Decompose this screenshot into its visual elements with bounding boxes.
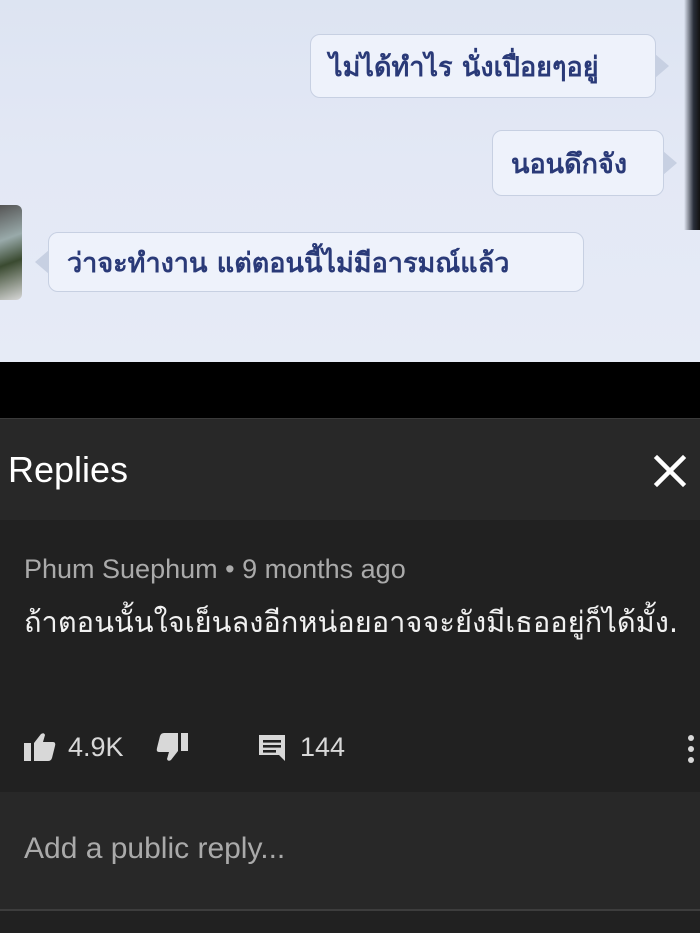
replies-header: Replies [0, 418, 700, 521]
reply-count: 144 [300, 732, 346, 762]
video-frame[interactable]: ไม่ได้ทำไร นั่งเปื่อยๆอยู่ นอนดึกจัง ว่า… [0, 0, 700, 418]
close-icon[interactable] [648, 449, 692, 493]
chat-screen-photo: ไม่ได้ทำไร นั่งเปื่อยๆอยู่ นอนดึกจัง ว่า… [0, 0, 700, 362]
comment-actions: 4.9K 144 [0, 726, 700, 768]
thumbs-up-icon[interactable] [24, 732, 56, 766]
public-reply-input[interactable]: Add a public reply... [24, 832, 285, 866]
like-count: 4.9K [68, 732, 124, 762]
bottom-area [0, 911, 700, 933]
comment-meta: Phum Suephum • 9 months ago [24, 554, 406, 585]
chat-bubble-3: ว่าจะทำงาน แต่ตอนนี้ไม่มีอารมณ์แล้ว [35, 232, 584, 292]
chat-bubble-3-text: ว่าจะทำงาน แต่ตอนนี้ไม่มีอารมณ์แล้ว [67, 247, 510, 279]
more-vert-icon[interactable] [686, 734, 696, 764]
chat-bubble-2-text: นอนดึกจัง [511, 148, 628, 180]
meta-separator: • [225, 554, 235, 584]
comment-author[interactable]: Phum Suephum [24, 554, 218, 584]
comment-icon[interactable] [258, 734, 286, 766]
comment-time: 9 months ago [242, 554, 406, 584]
reply-bar[interactable]: Add a public reply... [0, 792, 700, 909]
chat-avatar [0, 205, 22, 300]
screen-bezel [684, 0, 700, 230]
chat-bubble-1-text: ไม่ได้ทำไร นั่งเปื่อยๆอยู่ [329, 51, 599, 83]
comment: Phum Suephum • 9 months ago ถ้าตอนนั้นใจ… [0, 520, 700, 792]
comment-text: ถ้าตอนนั้นใจเย็นลงอีกหน่อยอาจจะยังมีเธออ… [24, 605, 679, 639]
thumbs-down-icon[interactable] [156, 732, 188, 766]
replies-title: Replies [8, 449, 129, 490]
chat-bubble-2: นอนดึกจัง [492, 130, 677, 196]
chat-bubble-1: ไม่ได้ทำไร นั่งเปื่อยๆอยู่ [310, 34, 669, 98]
